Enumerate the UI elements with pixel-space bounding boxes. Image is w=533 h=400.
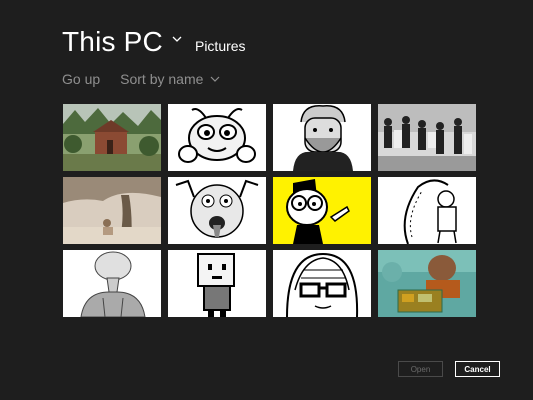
go-up-link[interactable]: Go up — [62, 71, 100, 87]
sort-label[interactable]: Sort by name — [120, 71, 203, 87]
thumbnail-cabin-photo[interactable] — [63, 104, 161, 171]
thumbnail-cartoon-scarf-figure[interactable] — [378, 177, 476, 244]
picture-grid — [63, 104, 476, 317]
open-button[interactable]: Open — [398, 361, 443, 377]
location-header[interactable]: This PC Pictures — [62, 26, 246, 58]
thumbnail-group-photo[interactable] — [378, 104, 476, 171]
thumbnail-cartoon-bug[interactable] — [168, 104, 266, 171]
thumbnail-cartoon-bearded-man[interactable] — [273, 104, 371, 171]
command-bar: Go up Sort by name — [62, 71, 220, 87]
thumbnail-cartoon-glasses-yellow[interactable] — [273, 177, 371, 244]
location-title[interactable]: This PC — [62, 26, 163, 58]
thumbnail-pixel-boy[interactable] — [168, 250, 266, 317]
chevron-down-icon[interactable] — [210, 75, 220, 83]
location-subtitle: Pictures — [194, 38, 246, 54]
thumbnail-tree-photo[interactable] — [63, 177, 161, 244]
thumbnail-cartoon-bald-figure[interactable] — [63, 250, 161, 317]
thumbnail-cartoon-face-pulling[interactable] — [168, 177, 266, 244]
sort-menu[interactable]: Sort by name — [120, 71, 220, 87]
thumbnail-cartoon-woman-glasses[interactable] — [273, 250, 371, 317]
thumbnail-electronics-photo[interactable] — [378, 250, 476, 317]
chevron-down-icon[interactable] — [171, 33, 183, 45]
cancel-button[interactable]: Cancel — [455, 361, 500, 377]
